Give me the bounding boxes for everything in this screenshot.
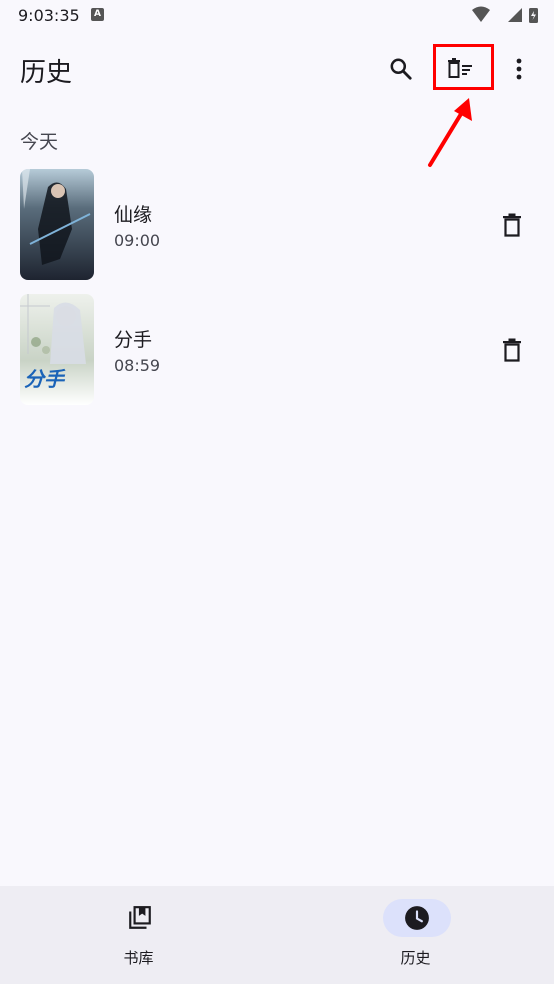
more-vert-icon [516,58,522,80]
status-icons [472,6,538,23]
nav-label: 历史 [400,949,431,967]
status-time: 9:03:35 [18,6,80,25]
notification-icon: A [91,8,104,21]
trash-icon [503,338,521,362]
history-item-time: 09:00 [114,231,161,250]
svg-text:分手: 分手 [24,367,66,391]
history-item[interactable]: 分手 分手 08:59 [0,294,554,406]
clock-icon [405,906,429,930]
book-cover[interactable]: 分手 [20,294,94,405]
page-title: 历史 [20,58,73,88]
history-item-time: 08:59 [114,356,161,375]
delete-sweep-icon [448,58,472,78]
trash-icon [503,213,521,237]
history-item-title: 分手 [114,329,153,351]
annotation-arrow-icon [428,98,472,167]
clear-history-button[interactable] [440,49,480,89]
wifi-icon [472,6,490,22]
bookmarks-icon [129,906,151,929]
bottom-navigation: 书库 历史 [0,886,554,984]
section-title: 今天 [20,131,59,153]
delete-button[interactable] [492,205,532,245]
nav-item-history[interactable]: 历史 [277,886,554,984]
history-item-title: 仙缘 [114,204,153,226]
more-options-button[interactable] [499,49,539,89]
history-item[interactable]: 仙缘 09:00 [0,169,554,281]
delete-button[interactable] [492,330,532,370]
search-button[interactable] [381,49,421,89]
nav-indicator-active [383,899,451,937]
signal-icon [508,8,522,22]
nav-item-library[interactable]: 书库 [0,886,277,984]
search-icon [390,58,412,80]
nav-label: 书库 [123,949,154,967]
status-bar: 9:03:35 A [0,0,554,32]
nav-indicator [106,899,174,937]
book-cover[interactable] [20,169,94,280]
